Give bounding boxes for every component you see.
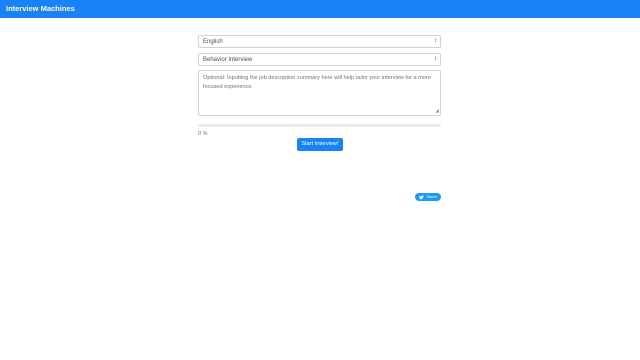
interview-type-select-value: Behavior Interview xyxy=(203,57,253,63)
start-interview-button[interactable]: Start Interview! xyxy=(297,138,343,151)
progress-bar xyxy=(198,124,441,127)
resize-grip-icon[interactable]: ◢ xyxy=(435,109,439,114)
interview-type-select[interactable]: Behavior Interview ↕ xyxy=(198,53,441,66)
select-arrows-icon: ↕ xyxy=(434,38,437,44)
job-description-placeholder: Optional: Inputting the job description … xyxy=(203,75,431,90)
tweet-button[interactable]: Tweet xyxy=(415,193,441,201)
language-select-value: English xyxy=(203,39,223,45)
navbar: Interview Machines xyxy=(0,0,640,18)
progress-percent: 0 % xyxy=(198,131,208,137)
language-select[interactable]: English ↕ xyxy=(198,35,441,48)
brand-title[interactable]: Interview Machines xyxy=(6,4,75,14)
tweet-label: Tweet xyxy=(426,194,437,199)
twitter-bird-icon xyxy=(419,195,424,199)
select-arrows-icon: ↕ xyxy=(434,56,437,62)
job-description-textarea[interactable]: Optional: Inputting the job description … xyxy=(198,70,441,116)
